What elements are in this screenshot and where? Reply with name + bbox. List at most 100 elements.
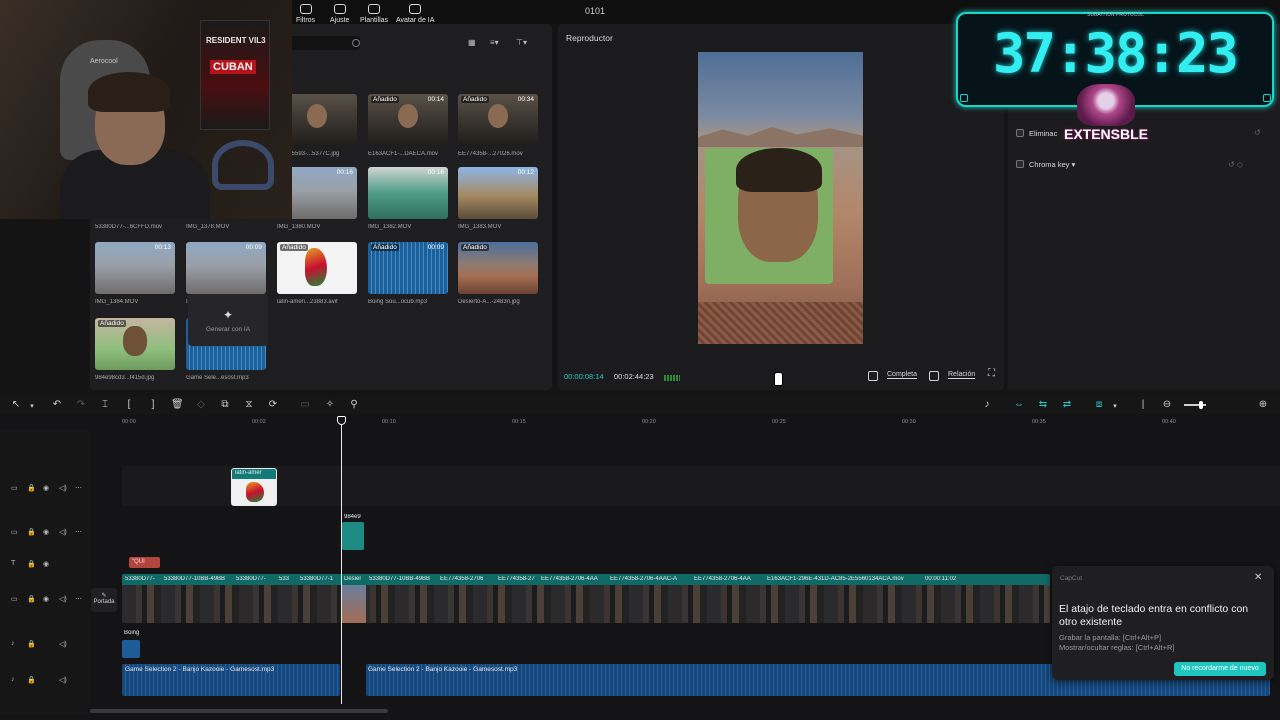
preview-axis-icon[interactable]: ⧈ <box>1093 399 1105 410</box>
lock-icon[interactable]: 🔒 <box>27 528 36 536</box>
media-item[interactable]: 00:13 IMG_1384.MOV <box>95 242 175 305</box>
tab-templates[interactable]: Plantillas <box>360 4 388 24</box>
sort-icon[interactable]: ≡▾ <box>490 38 499 47</box>
media-item[interactable]: Añadido 984e98cd3...f415d.jpg <box>95 318 175 381</box>
more-icon[interactable]: ⋯ <box>75 595 82 603</box>
tab-adjust[interactable]: Ajuste <box>330 4 349 24</box>
boing-audio-clip[interactable] <box>122 640 140 658</box>
visibility-icon[interactable]: ◉ <box>43 560 49 568</box>
visibility-icon[interactable]: ◉ <box>43 484 49 492</box>
tab-filters[interactable]: Filtros <box>296 4 315 24</box>
mute-icon[interactable]: ◁) <box>59 528 67 536</box>
fullscreen-icon[interactable]: ⛶ <box>988 368 995 379</box>
prop-chroma-key[interactable]: Chroma key ▾ <box>1016 160 1075 169</box>
refresh-icon[interactable] <box>352 39 360 47</box>
main-clip-label: EE774358-2706-4AA <box>694 576 751 582</box>
edit-icon[interactable] <box>868 371 878 381</box>
redo-icon[interactable]: ↷ <box>75 399 87 410</box>
cover-button[interactable]: ✎ Portada <box>91 588 117 612</box>
checkbox[interactable] <box>1016 129 1024 137</box>
playhead-handle[interactable] <box>337 416 346 425</box>
clip-label: "QUI <box>132 559 145 565</box>
desert-clip[interactable] <box>342 585 366 623</box>
media-item[interactable]: Añadido 00:34 EE774358-...27026.mov <box>458 94 538 157</box>
media-item[interactable]: Añadido Desierto-A...-2483n.jpg <box>458 242 538 305</box>
image-clip[interactable] <box>342 522 364 550</box>
split-right-icon[interactable]: ] <box>147 399 159 410</box>
aspect-ratio-button[interactable]: Relación <box>948 371 976 379</box>
added-badge: Añadido <box>371 96 399 103</box>
split-left-icon[interactable]: [ <box>123 399 135 410</box>
reset-icon[interactable]: ↺ <box>1254 128 1261 137</box>
chevron-down-icon[interactable]: ▾ <box>1109 402 1121 410</box>
magic-wand-icon[interactable]: ✧ <box>324 399 336 410</box>
link-icon[interactable]: ⇔ <box>1013 399 1025 410</box>
separator-icon: | <box>1141 399 1145 410</box>
media-item[interactable]: Añadido 00:14 E163ACF1-...DAECA.mov <box>368 94 448 157</box>
shield-icon[interactable]: ◇ <box>195 399 207 410</box>
zoom-in-icon[interactable]: ⊕ <box>1257 399 1269 410</box>
generate-ai-button[interactable]: ✦ Generar con IA <box>188 294 268 346</box>
freeze-icon[interactable]: ▭ <box>299 399 311 410</box>
magnet-icon[interactable]: ⇄ <box>1061 399 1073 410</box>
media-filename: IMG_1380.MOV <box>277 224 321 230</box>
split-icon[interactable]: ⌶ <box>99 399 111 410</box>
media-item[interactable]: 00:12 IMG_1383.MOV <box>458 167 538 230</box>
mute-icon[interactable]: ◁) <box>59 484 67 492</box>
media-thumbnail: Añadido 00:34 <box>458 94 538 146</box>
select-tool-icon[interactable]: ↖ <box>10 399 22 410</box>
overlay-clip-map[interactable]: latin-amer <box>231 468 277 506</box>
media-filename: Game Sele...esost.mp3 <box>186 375 249 381</box>
media-item[interactable]: Añadido latin-ameri...23883.avif <box>277 242 357 305</box>
rotate-icon[interactable]: ⟳ <box>267 399 279 410</box>
delete-icon[interactable]: 🗑 <box>171 399 184 410</box>
prop-remove-bg[interactable]: Eliminac <box>1016 129 1057 138</box>
ruler-tick: 00:00 <box>122 419 136 425</box>
horizontal-scrollbar[interactable] <box>90 709 388 713</box>
visibility-icon[interactable]: ◉ <box>43 595 49 603</box>
avatar-icon <box>409 4 422 14</box>
lock-icon[interactable]: 🔒 <box>27 640 36 648</box>
more-icon[interactable]: ⋯ <box>75 528 82 536</box>
lock-icon[interactable]: 🔒 <box>27 595 36 603</box>
track-type-icon: ▭ <box>11 596 18 603</box>
media-item[interactable]: Añadido 00:09 Boing Sou...ocub.mp3 <box>368 242 448 305</box>
main-clip-label: 53380D77-1 <box>300 576 334 582</box>
dont-remind-button[interactable]: No recordarme de nuevo <box>1174 662 1266 676</box>
overlay-track[interactable] <box>122 466 1280 506</box>
zoom-slider-handle[interactable] <box>1199 401 1203 409</box>
full-quality-button[interactable]: Completa <box>887 371 917 379</box>
snap-icon[interactable]: ⇆ <box>1037 399 1049 410</box>
more-icon[interactable]: ⋯ <box>75 484 82 492</box>
view-toggle-icon[interactable]: ▦ <box>468 38 476 47</box>
ruler-tick: 00:10 <box>382 419 396 425</box>
mute-icon[interactable]: ◁) <box>59 595 67 603</box>
reset-icon[interactable]: ↺ ◇ <box>1228 160 1243 169</box>
tab-ai-avatar[interactable]: Avatar de IA <box>396 4 434 24</box>
ai-person-icon[interactable]: ⚲ <box>348 399 360 410</box>
lock-icon[interactable]: 🔒 <box>27 560 36 568</box>
visibility-icon[interactable]: ◉ <box>43 528 49 536</box>
close-icon[interactable]: ✕ <box>1254 572 1262 583</box>
sparkle-icon: ✦ <box>222 308 234 322</box>
media-item[interactable]: 00:16 IMG_1382.MOV <box>368 167 448 230</box>
checkbox[interactable] <box>1016 160 1024 168</box>
media-thumbnail: Añadido 00:09 <box>368 242 448 294</box>
undo-icon[interactable]: ↶ <box>51 399 63 410</box>
crop-icon[interactable]: ⧉ <box>219 399 231 410</box>
mute-icon[interactable]: ◁) <box>59 640 67 648</box>
mute-icon[interactable]: ◁) <box>59 676 67 684</box>
media-duration: 00:12 <box>517 169 534 176</box>
text-clip[interactable]: "QUI <box>129 557 160 568</box>
filter-icon[interactable]: ⊤▾ <box>516 38 527 47</box>
mirror-icon[interactable]: ⧖ <box>243 399 255 410</box>
lock-icon[interactable]: 🔒 <box>27 484 36 492</box>
chevron-down-icon[interactable]: ▾ <box>26 402 38 410</box>
playhead[interactable] <box>341 420 342 704</box>
zoom-out-icon[interactable]: ⊖ <box>1161 399 1173 410</box>
video-preview[interactable] <box>698 52 863 344</box>
time-ruler[interactable] <box>90 414 1280 430</box>
microphone-icon[interactable]: ♪ <box>981 399 993 410</box>
snapshot-icon[interactable] <box>929 371 939 381</box>
lock-icon[interactable]: 🔒 <box>27 676 36 684</box>
